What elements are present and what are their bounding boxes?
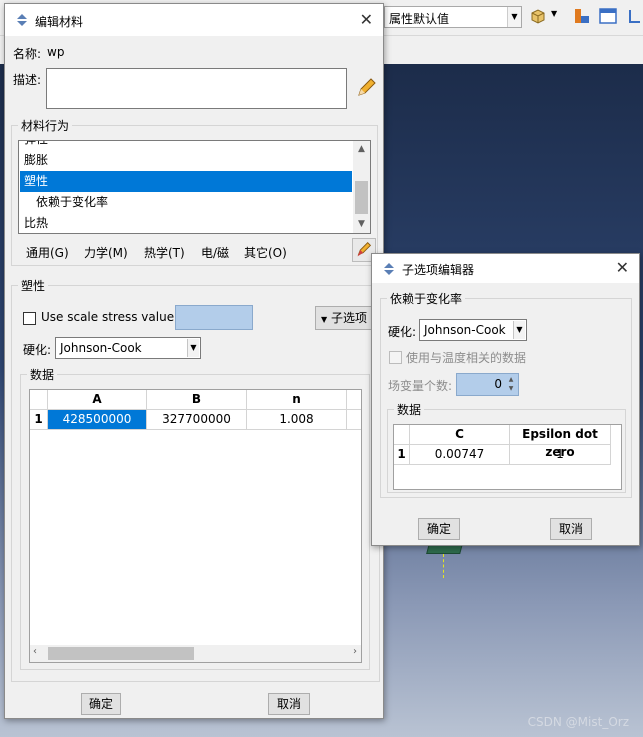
column-header[interactable]: A: [48, 390, 147, 410]
abaqus-icon: [17, 14, 27, 26]
column-header[interactable]: n: [247, 390, 347, 410]
rate-dependent-group: 依赖于变化率 硬化: Johnson-Cook ▼ 使用与温度相关的数据 场变量…: [380, 290, 632, 498]
sub-data-title: 数据: [394, 401, 425, 418]
table-cell[interactable]: 327700000: [147, 410, 247, 430]
menu-mechanical[interactable]: 力学(M): [84, 244, 128, 261]
behaviors-list[interactable]: 弹性 膨胀 塑性 依赖于变化率 比热 ▲ ▼: [18, 140, 371, 234]
sub-data-group: 数据 C Epsilon dot zero 1 0.00747 1: [387, 401, 626, 493]
data-group: 数据 A B n 1 428500000 327700000 1.008 ‹ ›: [20, 366, 370, 670]
axis-line: [443, 554, 444, 578]
hardening-label: 硬化:: [23, 343, 52, 357]
scale-stress-label: Use scale stress value:: [41, 310, 179, 324]
list-item[interactable]: 比热: [20, 213, 352, 233]
plasticity-title: 塑性: [18, 277, 49, 294]
dialog-titlebar[interactable]: 编辑材料 ✕: [5, 4, 383, 36]
table-hscrollbar[interactable]: ‹ ›: [30, 645, 361, 662]
field-variables-value: 0: [494, 377, 502, 391]
ok-button[interactable]: 确定: [81, 693, 121, 715]
scroll-thumb[interactable]: [48, 647, 194, 660]
chevron-left-icon[interactable]: ‹: [33, 646, 37, 657]
list-item[interactable]: 弹性: [20, 141, 352, 150]
name-label: 名称:: [13, 47, 42, 61]
spinner-arrows-icon[interactable]: ▲ ▼: [505, 375, 517, 393]
query-icon[interactable]: [572, 6, 592, 26]
behaviors-scrollbar[interactable]: ▲ ▼: [353, 141, 370, 233]
window-icon[interactable]: [598, 6, 618, 26]
sub-cancel-button[interactable]: 取消: [550, 518, 592, 540]
watermark: CSDN @Mist_Orz: [527, 715, 629, 729]
pencil-icon[interactable]: [355, 77, 377, 99]
hardening-select[interactable]: Johnson-Cook ▼: [55, 337, 201, 359]
table-cell[interactable]: 0.00747: [410, 445, 510, 465]
sub-dialog-title: 子选项编辑器: [402, 263, 475, 277]
scale-stress-input[interactable]: [175, 305, 253, 330]
column-header[interactable]: C: [410, 425, 510, 445]
sub-hardening-value: Johnson-Cook: [424, 323, 506, 337]
description-input[interactable]: [46, 68, 347, 109]
chevron-right-icon[interactable]: ›: [353, 646, 357, 657]
material-behaviors-title: 材料行为: [18, 117, 73, 134]
list-item[interactable]: 依赖于变化率: [20, 192, 352, 213]
menu-electromagnetic[interactable]: 电/磁: [201, 244, 229, 261]
material-behaviors-group: 材料行为 弹性 膨胀 塑性 依赖于变化率 比热 ▲ ▼ 通用(G) 力学(M) …: [11, 117, 378, 266]
menu-thermal[interactable]: 热学(T): [144, 244, 185, 261]
table-corner: [30, 390, 48, 410]
property-defaults-select[interactable]: 属性默认值 ▼: [384, 6, 522, 28]
cube-icon[interactable]: [528, 6, 548, 26]
chevron-down-icon[interactable]: ▼: [353, 216, 370, 233]
table-cell[interactable]: 1.008: [247, 410, 347, 430]
menu-other[interactable]: 其它(O): [244, 244, 287, 261]
field-variables-spinner[interactable]: 0 ▲ ▼: [456, 373, 519, 396]
chevron-down-icon[interactable]: ▼: [551, 9, 557, 18]
close-icon[interactable]: ✕: [616, 258, 629, 277]
column-header-empty: [347, 390, 361, 410]
hardening-value: Johnson-Cook: [60, 341, 142, 355]
cancel-button[interactable]: 取消: [268, 693, 310, 715]
table-cell[interactable]: 428500000: [48, 410, 147, 430]
edit-material-dialog: 编辑材料 ✕ 名称: wp 描述: 材料行为 弹性 膨胀 塑性 依赖于变化率 比…: [4, 3, 384, 719]
list-item-selected[interactable]: 塑性: [20, 171, 352, 192]
sub-ok-button[interactable]: 确定: [418, 518, 460, 540]
suboptions-label: 子选项: [330, 311, 367, 325]
sub-hardening-label: 硬化:: [388, 325, 417, 339]
field-variables-label: 场变量个数:: [388, 379, 453, 393]
chevron-down-icon: ▼: [321, 315, 328, 324]
table-corner: [394, 425, 410, 445]
description-label: 描述:: [13, 73, 42, 87]
data-table[interactable]: A B n 1 428500000 327700000 1.008 ‹ ›: [29, 389, 362, 663]
row-index[interactable]: 1: [394, 445, 410, 465]
chevron-down-icon: ▼: [513, 321, 525, 339]
property-defaults-label: 属性默认值: [389, 12, 450, 26]
sub-data-table[interactable]: C Epsilon dot zero 1 0.00747 1: [393, 424, 622, 490]
menu-general[interactable]: 通用(G): [26, 244, 69, 261]
abaqus-icon: [384, 263, 394, 275]
chevron-down-icon: ▼: [507, 7, 521, 27]
column-header[interactable]: Epsilon dot zero: [510, 425, 611, 459]
list-item[interactable]: 膨胀: [20, 150, 352, 171]
plasticity-group: 塑性 Use scale stress value: ▼ 子选项 硬化: Joh…: [11, 277, 380, 682]
row-index[interactable]: 1: [30, 410, 48, 430]
dialog-title: 编辑材料: [35, 15, 84, 29]
column-header[interactable]: B: [147, 390, 247, 410]
suboptions-button[interactable]: ▼ 子选项: [315, 306, 373, 330]
close-icon[interactable]: ✕: [360, 10, 373, 29]
rate-dependent-title: 依赖于变化率: [387, 290, 466, 307]
table-cell[interactable]: 1: [510, 445, 611, 465]
chevron-up-icon[interactable]: ▲: [353, 141, 370, 158]
scale-stress-checkbox[interactable]: [23, 312, 36, 325]
suboption-editor-dialog: 子选项编辑器 ✕ 依赖于变化率 硬化: Johnson-Cook ▼ 使用与温度…: [371, 253, 640, 546]
temperature-data-label: 使用与温度相关的数据: [406, 351, 527, 365]
chevron-down-icon: ▼: [187, 339, 199, 357]
sub-hardening-select[interactable]: Johnson-Cook ▼: [419, 319, 527, 341]
name-value: wp: [47, 45, 65, 59]
scroll-thumb[interactable]: [355, 181, 368, 214]
sub-dialog-titlebar[interactable]: 子选项编辑器 ✕: [372, 254, 639, 283]
rotate-icon[interactable]: [624, 6, 643, 26]
data-title: 数据: [27, 366, 58, 383]
temperature-data-checkbox[interactable]: [389, 351, 402, 364]
behavior-menubar: 通用(G) 力学(M) 热学(T) 电/磁 其它(O): [22, 244, 322, 262]
table-cell-empty[interactable]: [347, 410, 361, 430]
